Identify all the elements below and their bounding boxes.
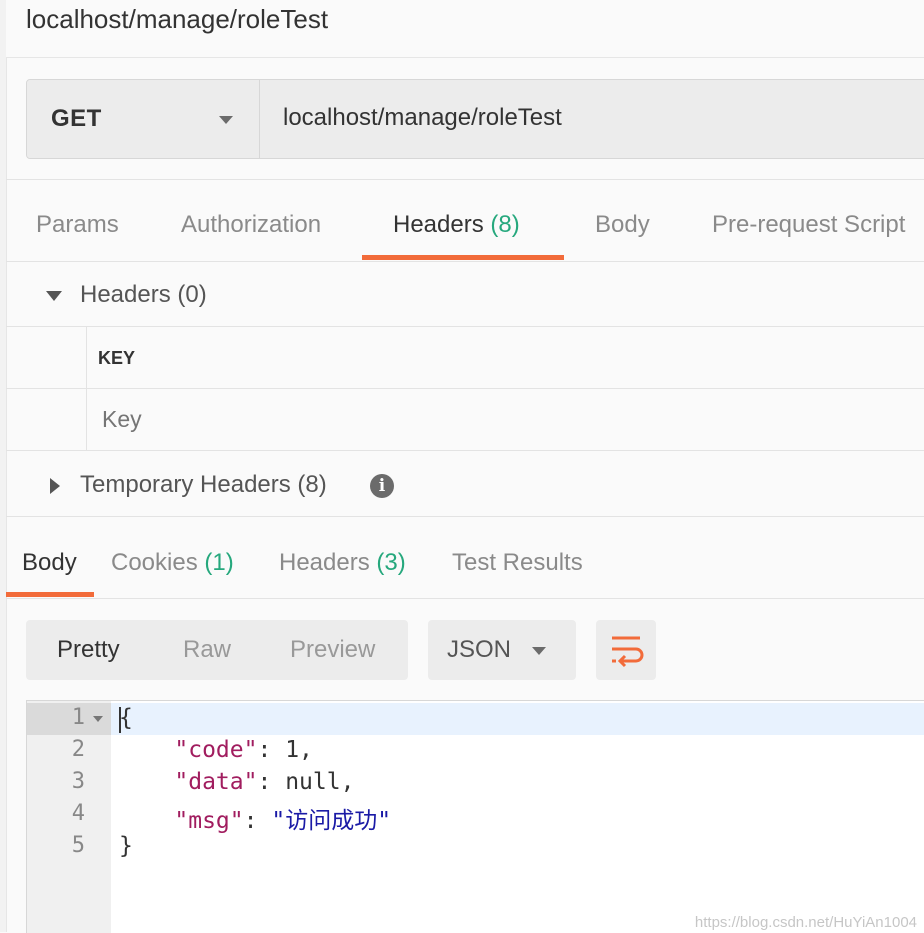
wrap-lines-icon bbox=[612, 636, 644, 668]
tab-headers[interactable]: Headers (8) bbox=[393, 211, 520, 239]
method-label: GET bbox=[51, 105, 102, 132]
json-value: null bbox=[285, 769, 341, 795]
tab-authorization[interactable]: Authorization bbox=[181, 211, 321, 239]
tab-params[interactable]: Params bbox=[36, 211, 119, 239]
tab-body[interactable]: Body bbox=[595, 211, 650, 239]
divider bbox=[6, 450, 924, 451]
temporary-headers-label: Temporary Headers bbox=[80, 471, 291, 498]
response-headers-label: Headers bbox=[279, 549, 370, 576]
view-raw-button[interactable]: Raw bbox=[183, 636, 231, 664]
tab-pre-request-script[interactable]: Pre-request Script bbox=[712, 211, 905, 239]
key-column-header: KEY bbox=[98, 348, 136, 368]
code-close-brace: } bbox=[119, 833, 133, 859]
headers-section-label: Headers bbox=[80, 281, 171, 308]
header-key-input[interactable] bbox=[102, 406, 702, 433]
sidebar-edge bbox=[0, 0, 7, 932]
divider bbox=[6, 388, 924, 389]
divider bbox=[6, 261, 924, 262]
format-select[interactable]: JSON bbox=[428, 620, 576, 680]
fold-chevron-icon[interactable] bbox=[93, 716, 103, 722]
cookies-label: Cookies bbox=[111, 549, 198, 576]
active-response-tab-indicator bbox=[6, 592, 94, 597]
column-divider bbox=[86, 327, 87, 451]
method-select[interactable]: GET bbox=[27, 80, 260, 158]
temporary-headers-count: (8) bbox=[297, 471, 327, 498]
format-label: JSON bbox=[447, 636, 512, 663]
json-key: "msg" bbox=[174, 808, 244, 834]
json-value: 1 bbox=[285, 737, 300, 763]
response-tab-body[interactable]: Body bbox=[22, 549, 77, 577]
view-preview-button[interactable]: Preview bbox=[290, 636, 375, 664]
view-mode-selector: Pretty Raw Preview bbox=[26, 620, 408, 680]
chevron-down-icon bbox=[219, 116, 233, 124]
view-pretty-button[interactable]: Pretty bbox=[57, 636, 120, 664]
code-line-data: "data": null, bbox=[174, 769, 355, 795]
json-string-value: "访问成功" bbox=[271, 808, 392, 834]
headers-section-count: (0) bbox=[177, 281, 207, 308]
code-line-code: "code": 1, bbox=[174, 737, 313, 763]
cookies-count: (1) bbox=[204, 549, 234, 576]
response-tab-cookies[interactable]: Cookies (1) bbox=[111, 549, 234, 577]
divider bbox=[6, 598, 924, 599]
code-open-brace: { bbox=[119, 705, 133, 731]
headers-section-title: Headers (0) bbox=[80, 281, 207, 309]
json-key: "code" bbox=[174, 737, 258, 763]
tab-headers-count: (8) bbox=[490, 211, 520, 238]
line-number: 2 bbox=[71, 737, 85, 762]
temporary-headers-title: Temporary Headers (8) bbox=[80, 471, 327, 499]
json-key: "data" bbox=[174, 769, 258, 795]
info-icon[interactable]: i bbox=[370, 474, 394, 498]
url-bar: GET localhost/manage/roleTest bbox=[26, 79, 924, 159]
active-tab-indicator bbox=[362, 255, 564, 260]
line-number: 3 bbox=[71, 769, 85, 794]
response-headers-count: (3) bbox=[376, 549, 406, 576]
response-body-editor[interactable]: 1 2 3 4 5 { "code": 1, "data": null, "ms… bbox=[26, 700, 924, 933]
triangle-right-icon bbox=[50, 478, 60, 494]
tab-headers-label: Headers bbox=[393, 211, 484, 238]
triangle-down-icon bbox=[46, 291, 62, 301]
line-number: 1 bbox=[71, 705, 85, 730]
active-line-highlight bbox=[27, 703, 924, 735]
line-number: 5 bbox=[71, 833, 85, 858]
request-title: localhost/manage/roleTest bbox=[26, 4, 329, 34]
url-input[interactable]: localhost/manage/roleTest bbox=[283, 104, 562, 132]
divider bbox=[6, 326, 924, 327]
divider bbox=[6, 516, 924, 517]
code-line-msg: "msg": "访问成功" bbox=[174, 808, 392, 834]
response-tab-headers[interactable]: Headers (3) bbox=[279, 549, 406, 577]
divider bbox=[6, 179, 924, 180]
chevron-down-icon bbox=[532, 647, 546, 655]
response-tab-test-results[interactable]: Test Results bbox=[452, 549, 583, 577]
watermark: https://blog.csdn.net/HuYiAn1004 bbox=[694, 914, 917, 931]
wrap-lines-button[interactable] bbox=[596, 620, 656, 680]
request-title-bar: localhost/manage/roleTest bbox=[6, 0, 924, 58]
line-number: 4 bbox=[71, 801, 85, 826]
